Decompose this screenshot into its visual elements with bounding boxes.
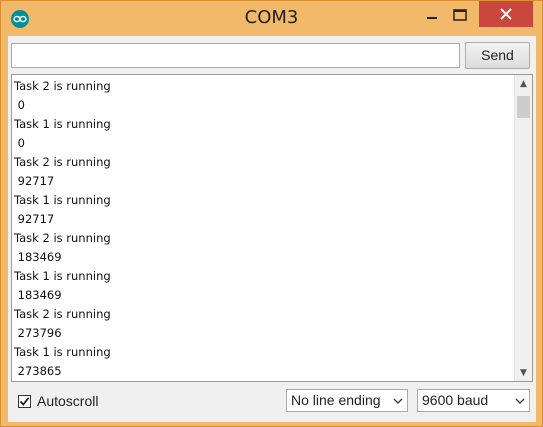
line-ending-select[interactable]: No line ending bbox=[286, 389, 408, 412]
minimize-icon bbox=[427, 16, 437, 19]
send-input[interactable] bbox=[11, 43, 460, 68]
serial-output-line: Task 2 is running bbox=[14, 231, 111, 245]
baud-rate-select[interactable]: 9600 baud bbox=[417, 389, 530, 412]
vertical-scrollbar[interactable]: ▲ ▼ bbox=[514, 75, 532, 381]
serial-output-line: 273796 bbox=[14, 326, 62, 340]
serial-output-line: 273865 bbox=[14, 364, 62, 378]
bottom-toolbar: Autoscroll No line ending 9600 baud bbox=[8, 386, 536, 420]
serial-output-line: 183469 bbox=[14, 288, 62, 302]
checkmark-icon bbox=[19, 396, 30, 406]
chevron-down-icon: ▼ bbox=[520, 367, 527, 378]
close-button[interactable] bbox=[479, 1, 533, 27]
serial-output-line: Task 2 is running bbox=[14, 307, 111, 321]
autoscroll-checkbox[interactable] bbox=[18, 394, 31, 408]
scrollbar-thumb[interactable] bbox=[517, 96, 530, 118]
maximize-icon bbox=[453, 8, 467, 21]
serial-output-line: Task 1 is running bbox=[14, 345, 111, 359]
serial-output-line: 183469 bbox=[14, 250, 62, 264]
serial-output-line: Task 1 is running bbox=[14, 269, 111, 283]
serial-output-line: 92717 bbox=[14, 174, 55, 188]
chevron-up-icon: ▲ bbox=[520, 78, 527, 89]
autoscroll-toggle[interactable]: Autoscroll bbox=[18, 391, 98, 411]
serial-output-line: Task 1 is running bbox=[14, 117, 111, 131]
scroll-up-button[interactable]: ▲ bbox=[515, 75, 532, 92]
title-bar[interactable]: COM3 bbox=[1, 1, 542, 36]
serial-monitor-window: COM3 Send Task 2 is running 0 Task 1 is r… bbox=[0, 0, 543, 427]
close-icon bbox=[500, 8, 512, 20]
serial-output-line: 0 bbox=[14, 136, 25, 150]
serial-output-line: 92717 bbox=[14, 212, 55, 226]
client-area: Send Task 2 is running 0 Task 1 is runnin… bbox=[8, 36, 536, 422]
serial-output-line: Task 2 is running bbox=[14, 155, 111, 169]
serial-output-line: Task 2 is running bbox=[14, 79, 111, 93]
serial-output-line: 0 bbox=[14, 98, 25, 112]
serial-output-panel[interactable]: Task 2 is running 0 Task 1 is running 0 Ta… bbox=[11, 74, 533, 382]
scroll-down-button[interactable]: ▼ bbox=[515, 364, 532, 381]
chevron-down-icon bbox=[393, 390, 403, 411]
line-ending-value: No line ending bbox=[291, 392, 381, 408]
autoscroll-label: Autoscroll bbox=[37, 393, 99, 409]
chevron-down-icon bbox=[515, 390, 525, 411]
serial-output-line: Task 1 is running bbox=[14, 193, 111, 207]
send-button[interactable]: Send bbox=[465, 42, 530, 69]
serial-output-lines: Task 2 is running 0 Task 1 is running 0 Ta… bbox=[14, 77, 514, 381]
baud-rate-value: 9600 baud bbox=[422, 392, 489, 408]
maximize-button[interactable] bbox=[444, 2, 476, 27]
